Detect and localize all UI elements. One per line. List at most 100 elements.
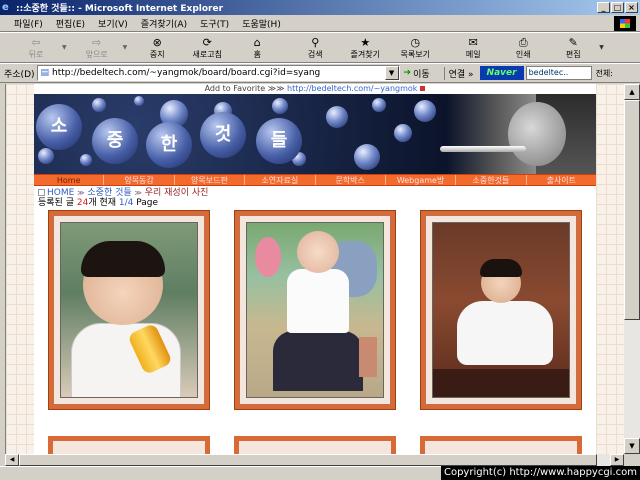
- menu-edit[interactable]: 편집(E): [56, 17, 85, 30]
- menu-help[interactable]: 도움말(H): [242, 17, 281, 30]
- nav-item[interactable]: 양목동감: [104, 175, 175, 185]
- back-arrow-icon: ⇦: [31, 35, 41, 49]
- favorite-square-icon: [420, 86, 426, 91]
- photo-thumbnail[interactable]: [48, 436, 210, 454]
- banner-portrait: [440, 94, 596, 174]
- window-titlebar[interactable]: e ::소중한 것들:: - Microsoft Internet Explor…: [0, 0, 640, 15]
- crumb-section[interactable]: 소중한 것들: [87, 188, 131, 198]
- horizontal-scrollbar[interactable]: ◀ ▶: [5, 454, 624, 466]
- banner-char: 중: [92, 118, 138, 164]
- windows-logo-icon: [614, 16, 636, 31]
- window-title: ::소중한 것들:: - Microsoft Internet Explorer: [16, 4, 224, 14]
- mail-icon: ✉: [468, 35, 478, 49]
- crumb-separator-icon: ≫: [77, 189, 85, 197]
- page-value: 1/4: [118, 198, 134, 208]
- nav-item[interactable]: 출사이트: [527, 175, 596, 185]
- history-icon: ◷: [410, 35, 421, 49]
- history-button[interactable]: ◷ 목록보기: [391, 36, 439, 60]
- photo-figure: [480, 259, 522, 277]
- bubble-decoration: [134, 96, 144, 106]
- menu-bar: 파일(F) 편집(E) 보기(V) 즐겨찾기(A) 도구(T) 도움말(H): [0, 15, 640, 32]
- site-nav: Home 양목동감 양목보드판 소연자료실 문학박스 Webgame방 소중한것…: [34, 174, 596, 186]
- bubble-decoration: [372, 98, 386, 112]
- back-button[interactable]: ⇦ 뒤로: [12, 36, 60, 60]
- crumb-home[interactable]: HOME: [47, 188, 74, 198]
- photo-figure: [433, 369, 569, 397]
- address-dropdown-icon[interactable]: ▼: [384, 66, 399, 80]
- site-banner: 소 중 한 것 들: [34, 94, 596, 174]
- close-button[interactable]: ×: [625, 2, 638, 13]
- forward-button[interactable]: ⇨ 앞으로: [73, 36, 121, 60]
- bubble-decoration: [38, 148, 54, 164]
- vertical-scrollbar[interactable]: ▲ ▼: [624, 84, 640, 454]
- scroll-right-icon[interactable]: ▶: [610, 454, 624, 466]
- address-url: http://bedeltech.com/~yangmok/board/boar…: [52, 68, 321, 78]
- page-viewport: Add to Favorite ≫≫ http://bedeltech.com/…: [5, 84, 624, 454]
- scroll-thumb[interactable]: [624, 100, 640, 320]
- hscroll-thumb[interactable]: [19, 454, 597, 466]
- go-button[interactable]: ➔ 이동: [404, 67, 430, 80]
- menu-view[interactable]: 보기(V): [98, 17, 128, 30]
- minimize-button[interactable]: _: [597, 2, 610, 13]
- search-button[interactable]: ⚲ 검색: [291, 36, 339, 60]
- edit-icon: ✎: [568, 35, 578, 49]
- home-label: 홈: [253, 49, 261, 59]
- photo-mat: [239, 215, 391, 405]
- edit-label: 편집: [565, 49, 581, 59]
- crumb-current: 우리 재성이 사진: [144, 188, 209, 198]
- favorite-url[interactable]: http://bedeltech.com/~yangmok: [287, 84, 417, 93]
- photo-figure: [287, 269, 349, 333]
- search-icon: ⚲: [311, 35, 320, 49]
- edit-dropdown-icon[interactable]: ▼: [599, 44, 604, 51]
- address-input[interactable]: ▤ http://bedeltech.com/~yangmok/board/bo…: [36, 65, 400, 81]
- forward-dropdown-icon[interactable]: ▼: [123, 44, 128, 51]
- nav-item[interactable]: 양목보드판: [175, 175, 246, 185]
- refresh-button[interactable]: ⟳ 새로고침: [183, 36, 231, 60]
- print-button[interactable]: ⎙ 인쇄: [499, 36, 547, 60]
- mail-label: 메일: [465, 49, 481, 59]
- page-suffix: Page: [136, 198, 159, 208]
- naver-logo[interactable]: Naver: [479, 66, 524, 80]
- menu-file[interactable]: 파일(F): [14, 17, 43, 30]
- add-to-favorite[interactable]: Add to Favorite ≫≫ http://bedeltech.com/…: [34, 84, 596, 94]
- bubble-decoration: [92, 98, 106, 112]
- mail-button[interactable]: ✉ 메일: [449, 36, 497, 60]
- baby-photo: [60, 222, 198, 398]
- nav-item[interactable]: Webgame방: [386, 175, 457, 185]
- photo-thumbnail[interactable]: [420, 436, 582, 454]
- nav-item[interactable]: 소중한것들: [456, 175, 527, 185]
- search-scope-label[interactable]: 전체:: [596, 68, 613, 79]
- stop-button[interactable]: ⊗ 중지: [133, 36, 181, 60]
- links-button[interactable]: 연결 »: [443, 66, 474, 80]
- photo-thumbnail[interactable]: [234, 210, 396, 410]
- forward-label: 앞으로: [85, 49, 108, 59]
- grid-icon: [38, 189, 45, 196]
- scroll-down-icon[interactable]: ▼: [624, 438, 640, 454]
- maximize-button[interactable]: □: [611, 2, 624, 13]
- count-value: 24: [76, 198, 89, 208]
- favorite-text: Add to Favorite ≫≫: [204, 84, 285, 93]
- naver-search-input[interactable]: bedeltec..: [525, 66, 592, 80]
- photo-thumbnail[interactable]: [234, 436, 396, 454]
- nav-home[interactable]: Home: [34, 175, 105, 185]
- favorites-button[interactable]: ★ 즐겨찾기: [341, 36, 389, 60]
- home-icon: ⌂: [253, 35, 261, 49]
- back-dropdown-icon[interactable]: ▼: [62, 44, 67, 51]
- photo-mat: [53, 215, 205, 405]
- photo-mat: [425, 215, 577, 405]
- nav-item[interactable]: 문학박스: [316, 175, 386, 185]
- menu-favorites[interactable]: 즐겨찾기(A): [141, 17, 187, 30]
- edit-button[interactable]: ✎ 편집: [549, 36, 597, 60]
- bubble-decoration: [80, 154, 92, 166]
- stop-icon: ⊗: [152, 35, 162, 49]
- address-bar: 주소(D) ▤ http://bedeltech.com/~yangmok/bo…: [0, 63, 640, 83]
- nav-item[interactable]: 소연자료실: [245, 175, 316, 185]
- photo-thumbnail[interactable]: [48, 210, 210, 410]
- scroll-left-icon[interactable]: ◀: [5, 454, 19, 466]
- crumb-separator-icon: ≫: [134, 189, 142, 197]
- menu-tools[interactable]: 도구(T): [200, 17, 229, 30]
- page-icon: ▤: [40, 68, 50, 78]
- scroll-up-icon[interactable]: ▲: [624, 84, 640, 100]
- home-button[interactable]: ⌂ 홈: [233, 36, 281, 60]
- photo-thumbnail[interactable]: [420, 210, 582, 410]
